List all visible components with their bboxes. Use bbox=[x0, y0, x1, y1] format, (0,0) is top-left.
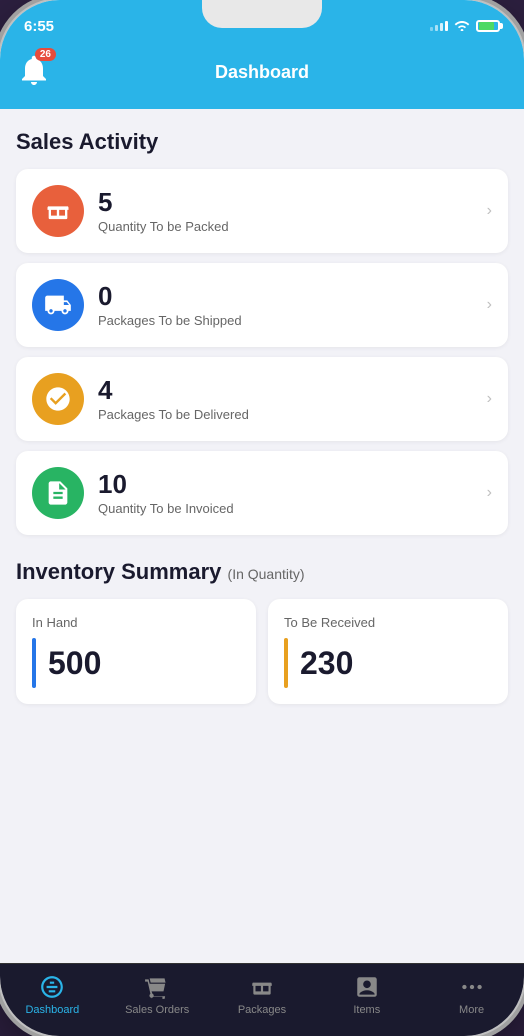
sales-orders-tab-label: Sales Orders bbox=[125, 1004, 189, 1016]
notification-button[interactable]: 26 bbox=[16, 52, 52, 93]
status-time: 6:55 bbox=[24, 18, 54, 35]
tab-bar: Dashboard Sales Orders Packages bbox=[0, 963, 524, 1036]
sales-activity-title: Sales Activity bbox=[16, 129, 508, 155]
in-hand-inner: 500 bbox=[32, 638, 240, 688]
packed-icon bbox=[32, 185, 84, 237]
dashboard-tab-icon bbox=[39, 974, 65, 1000]
invoiced-label: Quantity To be Invoiced bbox=[98, 501, 479, 516]
battery-icon bbox=[476, 20, 500, 32]
tab-packages[interactable]: Packages bbox=[210, 974, 315, 1016]
delivered-card[interactable]: 4 Packages To be Delivered › bbox=[16, 357, 508, 441]
in-hand-label: In Hand bbox=[32, 615, 240, 630]
packed-label: Quantity To be Packed bbox=[98, 219, 479, 234]
delivered-text: 4 Packages To be Delivered bbox=[98, 376, 479, 422]
shipped-card[interactable]: 0 Packages To be Shipped › bbox=[16, 263, 508, 347]
wifi-icon bbox=[454, 18, 470, 34]
shipped-icon bbox=[32, 279, 84, 331]
to-be-received-value: 230 bbox=[300, 645, 353, 682]
invoiced-card[interactable]: 10 Quantity To be Invoiced › bbox=[16, 451, 508, 535]
notification-badge: 26 bbox=[35, 48, 56, 61]
packed-number: 5 bbox=[98, 188, 479, 217]
to-be-received-inner: 230 bbox=[284, 638, 492, 688]
invoiced-chevron: › bbox=[487, 484, 492, 502]
main-content: Sales Activity 5 Quantity To be Packed › bbox=[0, 109, 524, 963]
invoiced-text: 10 Quantity To be Invoiced bbox=[98, 470, 479, 516]
packed-card[interactable]: 5 Quantity To be Packed › bbox=[16, 169, 508, 253]
packages-tab-label: Packages bbox=[238, 1004, 286, 1016]
more-tab-icon bbox=[459, 974, 485, 1000]
items-tab-icon bbox=[354, 974, 380, 1000]
tab-dashboard[interactable]: Dashboard bbox=[0, 974, 105, 1016]
shipped-label: Packages To be Shipped bbox=[98, 313, 479, 328]
to-be-received-divider bbox=[284, 638, 288, 688]
sales-orders-tab-icon bbox=[144, 974, 170, 1000]
signal-icon bbox=[430, 21, 448, 31]
more-tab-label: More bbox=[459, 1004, 484, 1016]
delivered-chevron: › bbox=[487, 390, 492, 408]
in-hand-card[interactable]: In Hand 500 bbox=[16, 599, 256, 704]
inventory-subtitle: (In Quantity) bbox=[228, 566, 305, 582]
in-hand-divider bbox=[32, 638, 36, 688]
packages-tab-icon bbox=[249, 974, 275, 1000]
header-title: Dashboard bbox=[52, 62, 472, 83]
inventory-row: In Hand 500 To Be Received 230 bbox=[16, 599, 508, 704]
shipped-chevron: › bbox=[487, 296, 492, 314]
dashboard-tab-label: Dashboard bbox=[25, 1004, 79, 1016]
delivered-number: 4 bbox=[98, 376, 479, 405]
shipped-number: 0 bbox=[98, 282, 479, 311]
inventory-section: Inventory Summary (In Quantity) In Hand … bbox=[16, 559, 508, 704]
packed-text: 5 Quantity To be Packed bbox=[98, 188, 479, 234]
tab-items[interactable]: Items bbox=[314, 974, 419, 1016]
tab-sales-orders[interactable]: Sales Orders bbox=[105, 974, 210, 1016]
tab-more[interactable]: More bbox=[419, 974, 524, 1016]
in-hand-value: 500 bbox=[48, 645, 101, 682]
invoiced-icon bbox=[32, 467, 84, 519]
packed-chevron: › bbox=[487, 202, 492, 220]
shipped-text: 0 Packages To be Shipped bbox=[98, 282, 479, 328]
inventory-title: Inventory Summary (In Quantity) bbox=[16, 559, 508, 585]
to-be-received-card[interactable]: To Be Received 230 bbox=[268, 599, 508, 704]
delivered-icon bbox=[32, 373, 84, 425]
invoiced-number: 10 bbox=[98, 470, 479, 499]
header: 26 Dashboard bbox=[0, 44, 524, 109]
to-be-received-label: To Be Received bbox=[284, 615, 492, 630]
delivered-label: Packages To be Delivered bbox=[98, 407, 479, 422]
status-icons bbox=[430, 18, 500, 34]
items-tab-label: Items bbox=[353, 1004, 380, 1016]
